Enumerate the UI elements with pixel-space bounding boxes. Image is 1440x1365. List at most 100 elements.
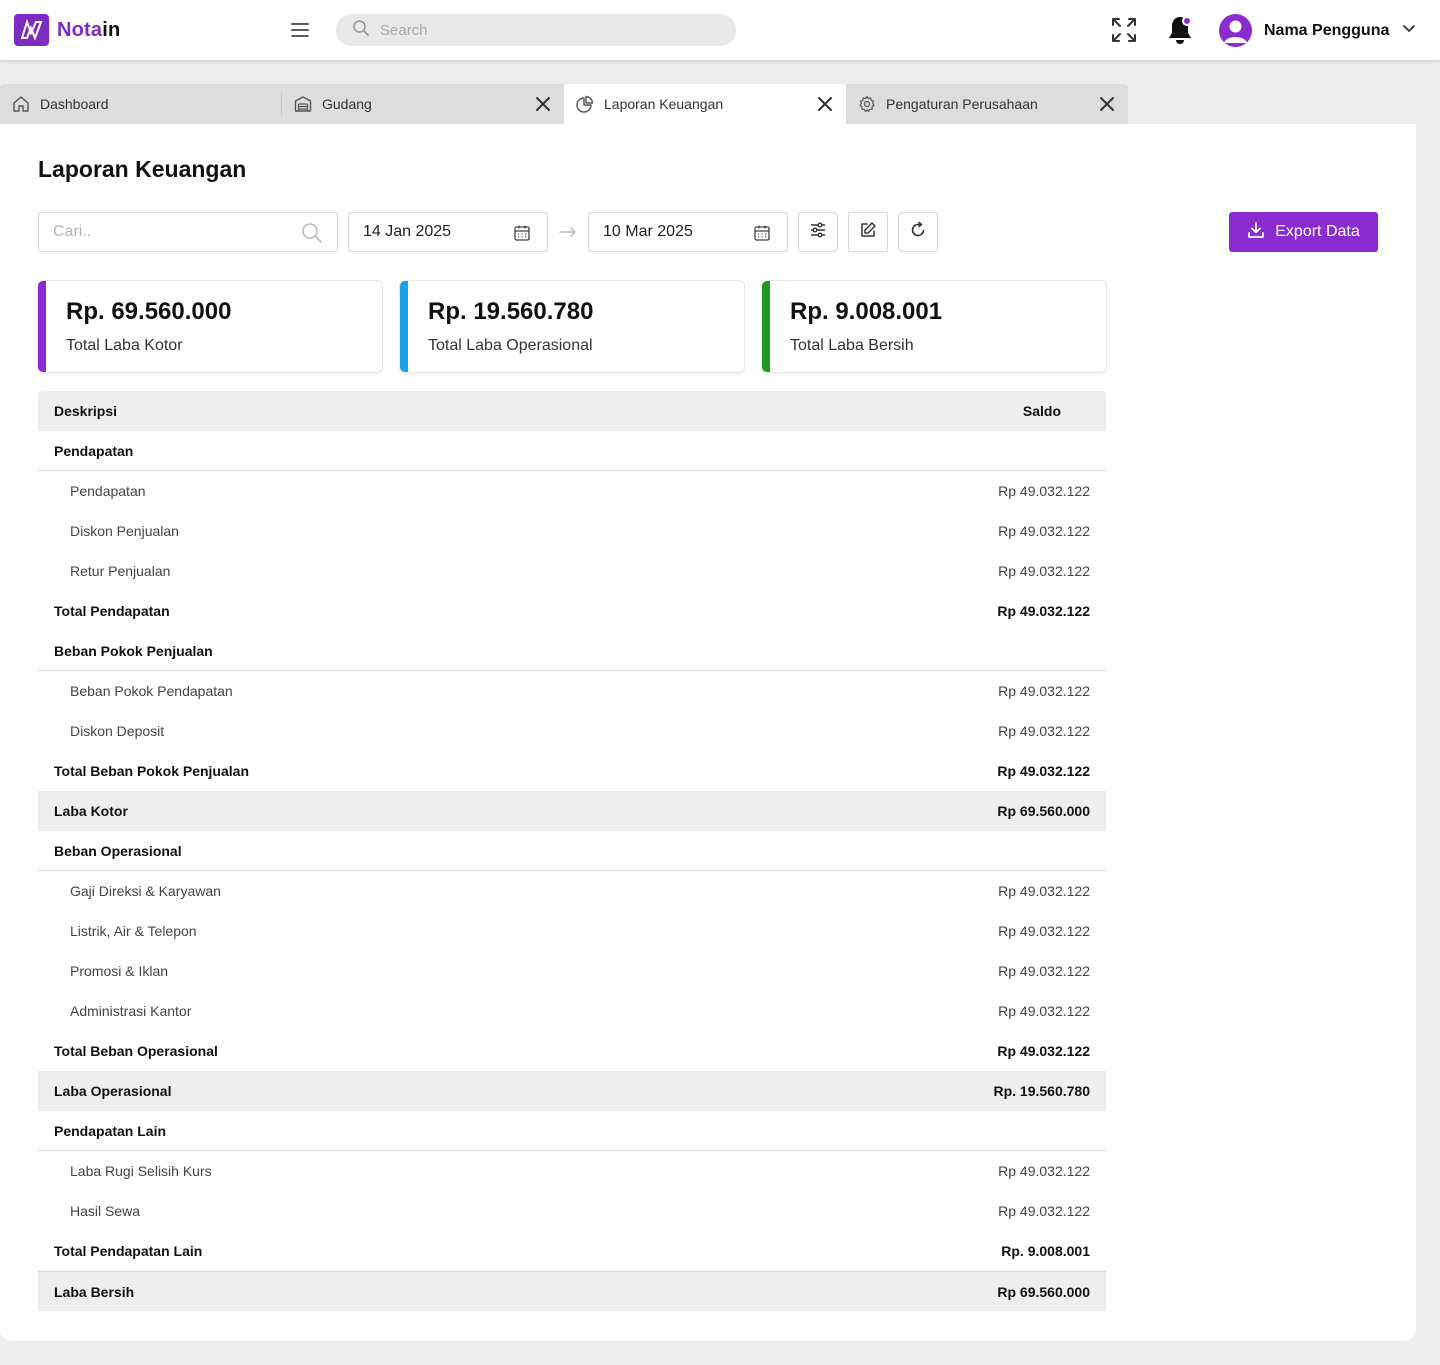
table-row: Retur Penjualan Rp 49.032.122	[38, 551, 1106, 591]
tab-pengaturan-perusahaan[interactable]: Pengaturan Perusahaan	[846, 84, 1128, 124]
row-description: Total Beban Pokok Penjualan	[54, 763, 250, 779]
gear-icon	[858, 95, 876, 113]
notification-bell-icon[interactable]	[1166, 14, 1194, 51]
brand-name-part1: Nota	[57, 18, 103, 41]
row-saldo: Rp 49.032.122	[998, 523, 1090, 539]
calendar-icon[interactable]	[753, 224, 771, 247]
row-saldo: Rp 49.032.122	[998, 1163, 1090, 1179]
column-header-deskripsi: Deskripsi	[54, 403, 118, 419]
calendar-icon[interactable]	[513, 224, 531, 247]
table-row: Total Pendapatan Lain Rp. 9.008.001	[38, 1231, 1106, 1271]
row-saldo: Rp 49.032.122	[998, 1203, 1090, 1219]
row-description: Administrasi Kantor	[70, 1003, 192, 1019]
card-laba-operasional: Rp. 19.560.780 Total Laba Operasional	[400, 281, 744, 372]
table-row: Beban Pokok Pendapatan Rp 49.032.122	[38, 671, 1106, 711]
avatar-icon	[1219, 14, 1252, 47]
row-description: Retur Penjualan	[70, 563, 171, 579]
download-icon	[1247, 221, 1265, 244]
refresh-icon	[909, 221, 927, 244]
page-title: Laporan Keuangan	[38, 156, 247, 182]
table-row: Diskon Deposit Rp 49.032.122	[38, 711, 1106, 751]
date-from-field[interactable]: 14 Jan 2025	[348, 212, 548, 252]
column-header-saldo: Saldo	[1022, 403, 1061, 419]
row-description: Listrik, Air & Telepon	[70, 923, 197, 939]
table-row: Total Pendapatan Rp 49.032.122	[38, 591, 1106, 631]
row-saldo: Rp 49.032.122	[997, 763, 1090, 779]
edit-icon	[859, 221, 877, 244]
table-row: Laba Bersih Rp 69.560.000	[38, 1271, 1106, 1311]
search-icon	[352, 19, 370, 42]
global-search[interactable]	[336, 14, 736, 46]
brand-name-part2: in	[102, 18, 121, 41]
tab-gudang[interactable]: Gudang	[282, 84, 564, 124]
tab-label: Dashboard	[40, 96, 109, 112]
table-row: Laba Kotor Rp 69.560.000	[38, 791, 1106, 831]
row-description: Diskon Deposit	[70, 723, 165, 739]
card-label: Total Laba Bersih	[790, 337, 914, 354]
card-accent-bar	[38, 281, 46, 372]
tab-dashboard[interactable]: Dashboard	[0, 84, 282, 124]
row-description: Gaji Direksi & Karyawan	[70, 883, 221, 899]
row-saldo: Rp 49.032.122	[998, 563, 1090, 579]
row-saldo: Rp. 9.008.001	[1001, 1243, 1090, 1259]
table-row: Total Beban Operasional Rp 49.032.122	[38, 1031, 1106, 1071]
row-saldo: Rp 49.032.122	[997, 603, 1090, 619]
warehouse-icon	[294, 95, 312, 113]
table-row: Pendapatan Lain	[38, 1111, 1106, 1151]
row-saldo: Rp 69.560.000	[997, 1283, 1090, 1300]
table-row: Total Beban Pokok Penjualan Rp 49.032.122	[38, 751, 1106, 791]
notain-logo-icon	[14, 14, 49, 46]
report-search[interactable]	[38, 212, 338, 252]
export-data-button[interactable]: Export Data	[1229, 212, 1378, 252]
sliders-icon	[809, 221, 827, 244]
table-row: Listrik, Air & Telepon Rp 49.032.122	[38, 911, 1106, 951]
table-row: Pendapatan Rp 49.032.122	[38, 471, 1106, 511]
row-description: Beban Operasional	[54, 842, 182, 859]
search-icon[interactable]	[301, 222, 323, 249]
notification-dot	[1182, 16, 1192, 26]
brand-name: Notain	[57, 19, 120, 42]
close-icon[interactable]	[816, 95, 834, 113]
pie-chart-icon	[576, 95, 594, 113]
home-icon	[12, 95, 30, 113]
table-row: Laba Operasional Rp. 19.560.780	[38, 1071, 1106, 1111]
global-search-input[interactable]	[380, 21, 680, 39]
close-icon[interactable]	[534, 95, 552, 113]
date-from-value: 14 Jan 2025	[363, 223, 452, 240]
row-description: Hasil Sewa	[70, 1203, 141, 1219]
row-description: Laba Kotor	[54, 803, 128, 819]
user-menu[interactable]: Nama Pengguna	[1219, 14, 1417, 47]
export-data-label: Export Data	[1275, 223, 1360, 240]
row-saldo: Rp 49.032.122	[998, 483, 1090, 499]
refresh-button[interactable]	[898, 212, 938, 252]
row-description: Total Beban Operasional	[54, 1043, 218, 1059]
user-name: Nama Pengguna	[1264, 21, 1390, 39]
tab-label: Gudang	[322, 96, 372, 112]
tab-label: Laporan Keuangan	[604, 96, 724, 112]
tab-bar: Dashboard Gudang Laporan Keuangan Pengat…	[0, 84, 1128, 124]
menu-toggle-icon[interactable]	[288, 18, 312, 42]
row-saldo: Rp 69.560.000	[997, 803, 1090, 819]
close-icon[interactable]	[1098, 95, 1116, 113]
card-laba-bersih: Rp. 9.008.001 Total Laba Bersih	[762, 281, 1106, 372]
row-saldo: Rp 49.032.122	[998, 923, 1090, 939]
table-row: Promosi & Iklan Rp 49.032.122	[38, 951, 1106, 991]
brand-logo[interactable]: Notain	[14, 14, 120, 46]
financial-report-table: Deskripsi Saldo Pendapatan Pendapatan Rp 4…	[38, 391, 1106, 1311]
report-search-input[interactable]	[53, 223, 283, 241]
fullscreen-icon[interactable]	[1110, 16, 1138, 49]
edit-button[interactable]	[848, 212, 888, 252]
table-row: Beban Pokok Penjualan	[38, 631, 1106, 671]
row-saldo: Rp 49.032.122	[997, 1043, 1090, 1059]
card-label: Total Laba Kotor	[66, 337, 183, 354]
date-to-value: 10 Mar 2025	[603, 223, 693, 240]
chevron-down-icon[interactable]	[1401, 20, 1417, 41]
row-description: Beban Pokok Pendapatan	[70, 683, 233, 699]
tab-laporan-keuangan[interactable]: Laporan Keuangan	[564, 84, 846, 124]
row-saldo: Rp 49.032.122	[998, 1003, 1090, 1019]
top-bar: Notain Nama Pengguna	[0, 0, 1440, 60]
row-description: Laba Rugi Selisih Kurs	[70, 1163, 212, 1179]
filter-button[interactable]	[798, 212, 838, 252]
date-to-field[interactable]: 10 Mar 2025	[588, 212, 788, 252]
row-saldo: Rp 49.032.122	[998, 723, 1090, 739]
